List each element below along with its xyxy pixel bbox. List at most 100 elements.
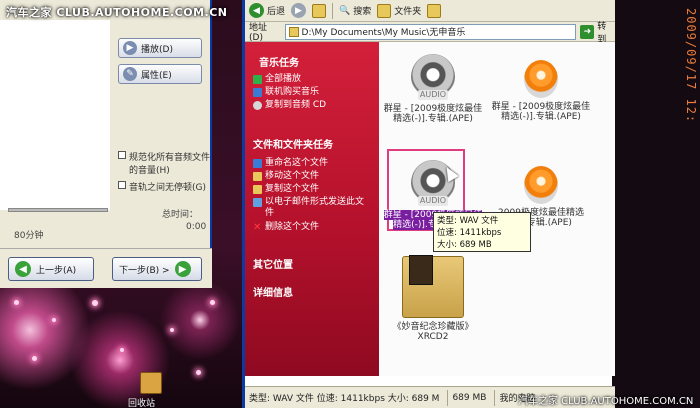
normalize-label: 规范化所有音频文件的音量(H) — [129, 153, 211, 176]
photo-datestamp: 2009/09/17 12: — [684, 8, 698, 124]
task-copy-to-cd[interactable]: 复制到音频 CD — [253, 100, 326, 111]
audio-tag: AUDIO — [417, 196, 449, 206]
toolbar-separator — [332, 2, 334, 19]
recycle-bin-icon[interactable] — [140, 372, 162, 394]
tooltip-type: 类型: WAV 文件 — [437, 216, 499, 226]
checkbox-box[interactable] — [118, 151, 126, 159]
file-item[interactable]: 群星 - [2009极度炫最佳精选(-)].专辑.(APE) — [491, 60, 591, 122]
search-button[interactable]: 🔍 搜索 — [339, 4, 372, 18]
task-label: 移动这个文件 — [265, 171, 320, 181]
folders-label: 文件夹 — [394, 7, 422, 17]
back-nav-button[interactable]: ◀ 后退 — [249, 3, 285, 18]
folder-icon — [288, 26, 299, 37]
go-label: 转到 — [597, 21, 607, 45]
details-title[interactable]: 详细信息 — [253, 284, 293, 299]
copy-icon — [253, 185, 262, 194]
normalize-checkbox[interactable]: 规范化所有音频文件的音量(H) — [118, 150, 210, 176]
cd-icon — [253, 101, 262, 110]
task-play-all[interactable]: 全部播放 — [253, 74, 301, 85]
play-icon — [253, 75, 262, 84]
next-button[interactable]: 下一步(B) > ▶ — [112, 257, 202, 281]
explorer-toolbar: ◀ 后退 ▶ 🔍 搜索 文件夹 — [245, 0, 615, 22]
file-item[interactable]: AUDIO 群星 - [2009极度炫最佳精选(-)].专辑.(APE) — [383, 54, 483, 124]
go-button[interactable]: ➜ 转到 — [580, 19, 615, 45]
folder-item[interactable]: 《妙音纪念珍藏版》XRCD2 — [383, 255, 483, 342]
checkbox-box[interactable] — [118, 181, 126, 189]
search-icon: 🔍 — [339, 5, 351, 16]
go-arrow-icon: ➜ — [580, 24, 595, 39]
status-size: 689 MB — [447, 389, 486, 406]
recycle-bin-label: 回收站 — [128, 399, 156, 408]
desktop-sparkle — [14, 300, 19, 305]
capacity-bar — [8, 208, 108, 212]
explorer-window: ◀ 后退 ▶ 🔍 搜索 文件夹 地址(D) D:\My Documents\My… — [242, 0, 615, 408]
watermark-bottom: 汽车之家 CLUB.AUTOHOME.COM.CN — [518, 396, 694, 407]
tooltip-bitrate: 位速: 1411kbps — [437, 228, 502, 238]
back-button[interactable]: ◀ 上一步(A) — [8, 257, 94, 281]
desktop-sparkle — [92, 300, 98, 306]
task-email[interactable]: 以电子邮件形式发送此文件 — [253, 197, 369, 219]
task-move[interactable]: 移动这个文件 — [253, 171, 319, 182]
up-folder-icon[interactable] — [312, 3, 327, 18]
folders-button[interactable]: 文件夹 — [377, 3, 422, 18]
play-label: 播放(D) — [141, 44, 173, 55]
media-player-file-icon — [524, 166, 558, 204]
task-delete[interactable]: ✕ 删除这个文件 — [253, 222, 319, 233]
desktop-sparkle — [120, 348, 124, 352]
desktop-sparkle — [210, 300, 215, 305]
address-bar: 地址(D) D:\My Documents\My Music\无申音乐 ➜ 转到 — [245, 19, 615, 45]
audio-tag: AUDIO — [417, 90, 449, 100]
email-icon — [253, 198, 262, 207]
watermark-top: 汽车之家 CLUB.AUTOHOME.COM.CN — [6, 6, 228, 19]
wizard-footer: ◀ 上一步(A) 下一步(B) > ▶ — [0, 248, 212, 288]
address-input[interactable]: D:\My Documents\My Music\无申音乐 — [284, 23, 577, 40]
track-list[interactable] — [0, 20, 110, 210]
search-label: 搜索 — [353, 7, 372, 17]
task-label: 重命名这个文件 — [265, 158, 329, 168]
music-tasks-title[interactable]: 音乐任务 — [259, 54, 299, 69]
task-copy[interactable]: 复制这个文件 — [253, 184, 319, 195]
task-label: 以电子邮件形式发送此文件 — [265, 197, 365, 218]
task-rename[interactable]: 重命名这个文件 — [253, 158, 328, 169]
other-places-title[interactable]: 其它位置 — [253, 256, 293, 271]
desktop-sparkle — [170, 328, 174, 332]
folder-name: 《妙音纪念珍藏版》XRCD2 — [392, 322, 474, 342]
desktop-sparkle — [32, 356, 37, 361]
forward-icon[interactable]: ▶ — [291, 3, 307, 18]
no-gap-label: 音轨之间无停顿(G) — [129, 183, 206, 193]
tooltip-size: 大小: 689 MB — [437, 240, 492, 250]
next-label: 下一步(B) > — [119, 265, 170, 276]
properties-button[interactable]: ✎ 属性(E) — [118, 64, 202, 84]
task-buy-music[interactable]: 联机购买音乐 — [253, 87, 319, 98]
views-icon[interactable] — [427, 3, 442, 18]
no-gap-checkbox[interactable]: 音轨之间无停顿(G) — [118, 180, 210, 193]
rename-icon — [253, 159, 262, 168]
play-icon: ▶ — [123, 41, 137, 55]
back-arrow-icon: ◀ — [15, 261, 31, 277]
file-name: 群星 - [2009极度炫最佳精选(-)].专辑.(APE) — [491, 102, 591, 122]
file-name: 群星 - [2009极度炫最佳精选(-)].专辑.(APE) — [383, 104, 483, 124]
task-label: 复制这个文件 — [265, 184, 320, 194]
desktop-sparkle — [196, 370, 201, 375]
status-text: 类型: WAV 文件 位速: 1411kbps 大小: 689 M — [249, 394, 440, 404]
task-label: 删除这个文件 — [265, 222, 320, 232]
task-label: 全部播放 — [265, 74, 302, 84]
folders-icon — [377, 3, 392, 18]
address-path: D:\My Documents\My Music\无申音乐 — [301, 28, 466, 38]
task-pane: 音乐任务 全部播放 联机购买音乐 复制到音频 CD 文件和文件夹任务 重命名这个… — [245, 42, 379, 376]
next-arrow-icon: ▶ — [174, 261, 191, 277]
properties-label: 属性(E) — [141, 70, 172, 81]
desktop-sparkle — [52, 318, 56, 322]
file-tasks-title[interactable]: 文件和文件夹任务 — [253, 136, 333, 151]
globe-icon — [253, 88, 262, 97]
media-player-file-icon — [524, 60, 558, 98]
address-label: 地址(D) — [249, 23, 268, 43]
file-view: AUDIO 群星 - [2009极度炫最佳精选(-)].专辑.(APE) 群星 … — [379, 42, 615, 376]
back-icon: ◀ — [249, 3, 264, 18]
move-icon — [253, 172, 262, 181]
capacity-label: 80分钟 — [14, 231, 44, 241]
total-time-value: 0:00 — [186, 222, 207, 232]
play-button[interactable]: ▶ 播放(D) — [118, 38, 202, 58]
file-tooltip: 类型: WAV 文件 位速: 1411kbps 大小: 689 MB — [433, 212, 531, 252]
back-label: 上一步(A) — [36, 265, 77, 276]
